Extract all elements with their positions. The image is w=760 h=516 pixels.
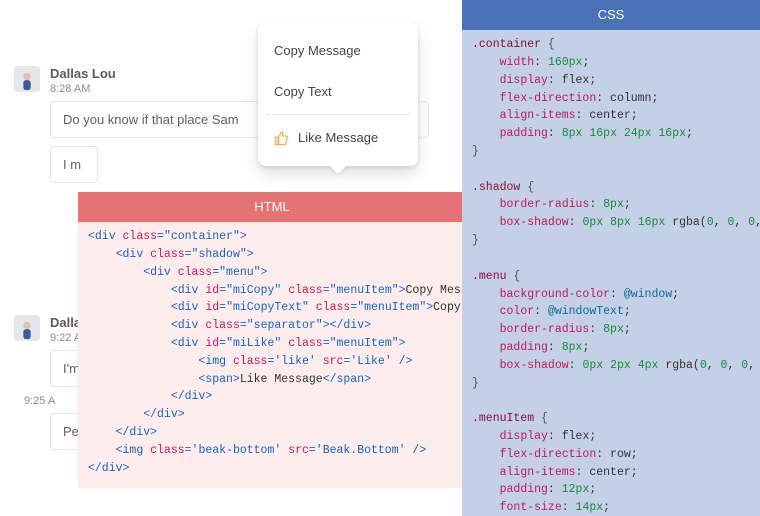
menu-item-label: Copy Message (274, 40, 361, 61)
message-bubble[interactable]: I m (50, 146, 98, 183)
menu-item-label: Like Message (298, 127, 378, 148)
menu-item-label: Copy Text (274, 81, 332, 102)
css-code-body: .container { width: 160px; display: flex… (462, 30, 760, 516)
menu-separator (266, 114, 410, 115)
avatar (14, 315, 40, 341)
menu-item-copy-message[interactable]: Copy Message (266, 30, 410, 71)
html-code-body: <div class="container"> <div class="shad… (78, 222, 466, 487)
avatar (14, 66, 40, 92)
panel-title: HTML (78, 192, 466, 222)
thumbs-up-icon (274, 130, 290, 146)
panel-title: CSS (462, 0, 760, 30)
css-code-panel: CSS .container { width: 160px; display: … (462, 0, 760, 516)
context-menu: Copy Message Copy Text Like Message (258, 22, 418, 174)
menu-item-like-message[interactable]: Like Message (266, 117, 410, 158)
menu-item-copy-text[interactable]: Copy Text (266, 71, 410, 112)
html-code-panel: HTML <div class="container"> <div class=… (78, 192, 466, 488)
menu-beak-icon (330, 166, 346, 174)
